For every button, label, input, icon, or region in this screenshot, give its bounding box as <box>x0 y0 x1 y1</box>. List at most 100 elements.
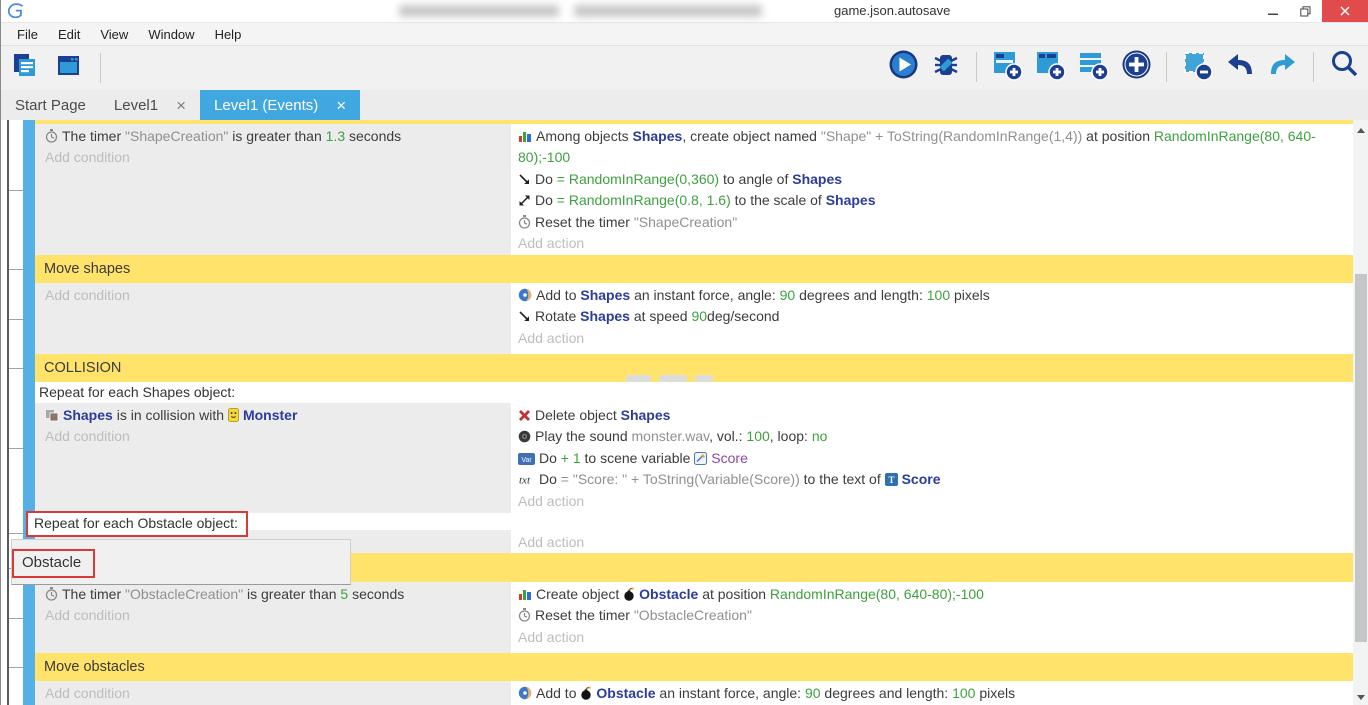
event-text-segment: pixels <box>950 287 990 303</box>
event-header[interactable]: Repeat for each Obstacle object: <box>35 513 1353 530</box>
event-drag-bar[interactable] <box>23 124 35 255</box>
event-drag-bar[interactable] <box>23 582 35 653</box>
event-action[interactable]: Add to Obstacle an instant force, angle:… <box>518 683 1353 704</box>
menu-item-help[interactable]: Help <box>205 24 252 45</box>
vertical-scrollbar[interactable] <box>1353 120 1368 705</box>
tab-close-icon[interactable]: × <box>336 97 346 114</box>
add-action-link[interactable]: Add action <box>518 328 1353 349</box>
event-text-segment: 1.3 <box>326 128 345 144</box>
timer-icon <box>45 586 62 602</box>
autocomplete-item-obstacle[interactable]: Obstacle <box>12 549 95 578</box>
event-action[interactable]: Rotate Shapes at speed 90deg/second <box>518 306 1353 327</box>
menu-item-file[interactable]: File <box>7 24 48 45</box>
menu-bar: FileEditViewWindowHelp <box>1 23 1368 46</box>
restore-button[interactable] <box>1289 0 1322 22</box>
event-text-segment: = RandomInRange(0,360) <box>557 171 719 187</box>
event-text-segment: at speed <box>630 308 692 324</box>
minimize-button[interactable] <box>1256 0 1289 22</box>
tab-bar: Start PageLevel1×Level1 (Events)× <box>1 90 1368 120</box>
event-action[interactable]: Among objects Shapes, create object name… <box>518 126 1353 169</box>
scene-editor-icon <box>55 52 83 85</box>
event-action[interactable]: Delete object Shapes <box>518 405 1353 426</box>
menu-item-edit[interactable]: Edit <box>48 24 90 45</box>
add-subevent-button[interactable] <box>1034 51 1066 83</box>
add-action-link[interactable]: Add action <box>518 532 1353 553</box>
event-text-segment: an instant force, angle: <box>656 685 805 701</box>
event-drag-bar[interactable] <box>23 255 35 283</box>
obstacle-icon <box>580 685 596 701</box>
event-action[interactable]: Do = RandomInRange(0.8, 1.6) to the scal… <box>518 190 1353 211</box>
tab-close-icon[interactable]: × <box>176 97 186 114</box>
add-action-link[interactable]: Add action <box>518 627 1353 648</box>
tab-start-page[interactable]: Start Page <box>1 90 100 120</box>
event-action[interactable]: VarDo + 1 to scene variable Score <box>518 448 1353 469</box>
actions-column: Add action <box>511 530 1353 553</box>
play-button[interactable] <box>887 51 919 83</box>
undo-button[interactable] <box>1224 51 1256 83</box>
actions-column: Add to Shapes an instant force, angle: 9… <box>511 283 1353 354</box>
menu-item-view[interactable]: View <box>90 24 138 45</box>
event-text-segment: , loop: <box>770 428 812 444</box>
rotate-icon <box>518 308 535 324</box>
event-action[interactable]: Reset the timer "ObstacleCreation" <box>518 605 1353 626</box>
remove-event-button[interactable] <box>1181 51 1213 83</box>
add-condition-link[interactable]: Add condition <box>45 426 511 447</box>
timer-icon <box>45 128 62 144</box>
variable-icon: Var <box>518 450 539 466</box>
event-drag-bar[interactable] <box>23 354 35 382</box>
close-button[interactable] <box>1322 0 1368 22</box>
event-header[interactable]: Repeat for each Shapes object: <box>35 382 1353 403</box>
add-action-link[interactable]: Add action <box>518 233 1353 254</box>
comment-text: COLLISION <box>35 360 1353 376</box>
add-new-button[interactable] <box>1120 51 1152 83</box>
event-text-segment: = "Score: " + ToString(Variable(Score)) <box>561 471 800 487</box>
event-condition[interactable]: The timer "ObstacleCreation" is greater … <box>45 584 511 605</box>
event-drag-bar[interactable] <box>23 653 35 681</box>
debug-button[interactable] <box>930 51 962 83</box>
event-tree-tick <box>9 368 23 369</box>
add-condition-link[interactable]: Add condition <box>45 147 511 168</box>
event-condition[interactable]: The timer "ShapeCreation" is greater tha… <box>45 126 511 147</box>
search-button[interactable] <box>1328 51 1360 83</box>
add-condition-link[interactable]: Add condition <box>45 683 511 704</box>
scroll-down-button[interactable] <box>1353 689 1368 705</box>
event-action[interactable]: Add to Shapes an instant force, angle: 9… <box>518 285 1353 306</box>
actions-column: Add to Obstacle an instant force, angle:… <box>511 681 1353 705</box>
tab-level1-events-[interactable]: Level1 (Events)× <box>200 90 360 120</box>
event-text-segment: Add action <box>518 534 584 550</box>
svg-text:txt: txt <box>519 475 531 487</box>
delete-icon <box>518 407 535 423</box>
comment-block: Move obstacles <box>23 653 1353 681</box>
add-action-link[interactable]: Add action <box>518 491 1353 512</box>
event-action[interactable]: Do = RandomInRange(0,360) to angle of Sh… <box>518 169 1353 190</box>
event-action[interactable]: Create object Obstacle at position Rando… <box>518 584 1353 605</box>
event-text-segment: Do <box>535 192 557 208</box>
add-comment-button[interactable] <box>1077 51 1109 83</box>
add-condition-link[interactable]: Add condition <box>45 285 511 306</box>
event-action[interactable]: Play the sound monster.wav, vol.: 100, l… <box>518 426 1353 447</box>
redo-button[interactable] <box>1267 51 1299 83</box>
event-text-segment: Shapes <box>792 171 842 187</box>
event-condition[interactable]: Shapes is in collision with Monster <box>45 405 511 426</box>
event-drag-bar[interactable] <box>23 283 35 354</box>
project-manager-button[interactable] <box>9 52 41 84</box>
event-drag-bar[interactable] <box>23 382 35 513</box>
collision-icon <box>45 407 63 423</box>
event-action[interactable]: Reset the timer "ShapeCreation" <box>518 212 1353 233</box>
menu-item-window[interactable]: Window <box>138 24 204 45</box>
event-rename-input[interactable]: Repeat for each Obstacle object: <box>26 511 248 537</box>
event-text-segment: "ShapeCreation" <box>634 214 737 230</box>
project-manager-icon <box>11 52 39 85</box>
scene-editor-button[interactable] <box>53 52 85 84</box>
event-tree-tick <box>9 533 23 534</box>
add-event-button[interactable] <box>991 51 1023 83</box>
scrollbar-thumb[interactable] <box>1355 274 1367 642</box>
scroll-up-button[interactable] <box>1353 122 1368 138</box>
event-text-segment: + 1 <box>561 450 581 466</box>
events-sheet: The timer "ShapeCreation" is greater tha… <box>1 120 1368 705</box>
event-text-segment: "ShapeCreation" <box>125 128 228 144</box>
event-action[interactable]: txtDo = "Score: " + ToString(Variable(Sc… <box>518 469 1353 490</box>
tab-level1[interactable]: Level1× <box>100 90 200 120</box>
event-drag-bar[interactable] <box>23 681 35 705</box>
add-condition-link[interactable]: Add condition <box>45 605 511 626</box>
